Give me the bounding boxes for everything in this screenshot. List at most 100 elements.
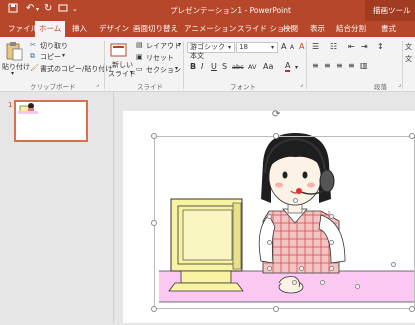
context-tab-group: 描画ツール xyxy=(365,0,415,21)
tab-view[interactable]: 表示 xyxy=(310,23,325,34)
section-icon[interactable]: ▭ xyxy=(136,65,143,73)
layout-dropdown-icon[interactable]: ▾ xyxy=(178,41,181,48)
slide-thumbnail-preview xyxy=(18,103,38,114)
section-dropdown-icon[interactable]: ▾ xyxy=(175,65,178,72)
font-launcher-icon[interactable]: ⌟ xyxy=(300,81,303,88)
undo-dropdown-icon[interactable]: ▾ xyxy=(36,6,39,13)
group-divider xyxy=(183,41,184,89)
char-spacing-button[interactable]: AV xyxy=(248,63,256,71)
align-left-icon[interactable]: ≡ xyxy=(312,61,319,70)
clear-format-button[interactable]: A xyxy=(299,42,304,51)
redo-icon[interactable]: ↻ xyxy=(44,3,52,14)
font-color-dropdown-icon[interactable]: ▾ xyxy=(295,64,298,71)
underline-button[interactable]: U xyxy=(211,62,217,71)
format-painter-button[interactable]: 書式のコピー/貼り付け xyxy=(40,64,112,74)
resize-handle-bottom-left[interactable] xyxy=(151,306,157,312)
align-center-icon[interactable]: ≡ xyxy=(324,61,331,70)
rotate-handle-icon[interactable]: ⟳ xyxy=(272,109,280,120)
paste-icon[interactable] xyxy=(5,41,23,63)
save-icon[interactable] xyxy=(8,3,18,16)
reset-button[interactable]: リセット xyxy=(146,53,174,63)
shadow-button[interactable]: S xyxy=(222,62,227,71)
group-divider xyxy=(402,41,403,89)
object-handle[interactable] xyxy=(267,214,272,219)
new-slide-dropdown-icon[interactable]: ▾ xyxy=(130,69,133,76)
tab-insert[interactable]: 挿入 xyxy=(72,23,87,34)
tab-file[interactable]: ファイル xyxy=(8,23,38,34)
grow-font-button[interactable]: A xyxy=(281,42,286,51)
bold-button[interactable]: B xyxy=(190,62,196,71)
tab-merge-split[interactable]: 結合分割 xyxy=(336,23,366,34)
reset-icon[interactable]: ▣ xyxy=(136,53,143,61)
ribbon: 貼り付け ▾ ✂ 切り取り ⧉ コピー ▾ 🖌 書式のコピー/貼り付け クリップ… xyxy=(0,37,415,92)
group-divider xyxy=(306,41,307,89)
resize-handle-left[interactable] xyxy=(151,220,157,226)
tab-home[interactable]: ホーム xyxy=(35,21,66,37)
change-case-button[interactable]: Aa xyxy=(263,62,273,71)
font-color-button[interactable]: A xyxy=(285,61,291,72)
copy-button[interactable]: コピー xyxy=(40,52,61,62)
clipboard-group-label: クリップボード xyxy=(30,83,76,91)
format-painter-icon[interactable]: 🖌 xyxy=(30,64,39,72)
context-tab-group-label: 描画ツール xyxy=(373,6,411,15)
columns-icon[interactable]: ▥ xyxy=(360,61,368,70)
paste-dropdown-icon[interactable]: ▾ xyxy=(11,70,14,77)
slide-number: 1 xyxy=(8,101,13,109)
copy-dropdown-icon[interactable]: ▾ xyxy=(62,52,65,59)
slides-group-label: スライド xyxy=(137,83,163,91)
align-right-icon[interactable]: ≡ xyxy=(336,61,343,70)
clipboard-launcher-icon[interactable]: ⌟ xyxy=(96,81,99,88)
resize-handle-bottom[interactable] xyxy=(273,306,279,312)
new-slide-icon[interactable] xyxy=(110,42,128,60)
italic-button[interactable]: I xyxy=(201,62,203,71)
object-handle[interactable] xyxy=(267,240,272,245)
object-handle[interactable] xyxy=(293,198,298,203)
object-handle[interactable] xyxy=(292,280,297,285)
ribbon-tabs: ファイル ホーム 挿入 デザイン 画面切り替え アニメーション スライド ショー… xyxy=(0,21,415,37)
resize-handle-top[interactable] xyxy=(273,133,279,139)
cut-icon[interactable]: ✂ xyxy=(30,41,36,49)
layout-button[interactable]: レイアウト xyxy=(146,41,181,51)
text-direction-button[interactable]: 文 xyxy=(405,42,412,52)
object-handle[interactable] xyxy=(355,284,360,289)
strikethrough-button[interactable]: abc xyxy=(232,63,244,71)
paste-button[interactable]: 貼り付け xyxy=(2,62,30,72)
resize-handle-bottom-right[interactable] xyxy=(409,306,415,312)
line-spacing-icon[interactable]: ↕ xyxy=(377,42,384,51)
object-handle[interactable] xyxy=(267,266,272,271)
tab-design[interactable]: デザイン xyxy=(99,23,129,34)
layout-icon[interactable]: ▤ xyxy=(136,41,143,49)
pane-divider xyxy=(113,92,114,323)
presentation-icon[interactable] xyxy=(58,3,68,16)
cut-button[interactable]: 切り取り xyxy=(40,41,68,51)
justify-icon[interactable]: ≡ xyxy=(348,61,355,70)
font-name-dropdown-icon[interactable]: ▾ xyxy=(228,44,231,51)
object-handle[interactable] xyxy=(329,240,334,245)
shrink-font-button[interactable]: A xyxy=(290,44,294,51)
resize-handle-top-left[interactable] xyxy=(151,133,157,139)
font-group-label: フォント xyxy=(230,83,256,91)
tab-transitions[interactable]: 画面切り替え xyxy=(133,23,178,34)
font-size-dropdown-icon[interactable]: ▾ xyxy=(271,44,274,51)
paragraph-group-label: 段落 xyxy=(374,83,387,91)
tab-animations[interactable]: アニメーション xyxy=(184,23,236,34)
window-title: プレゼンテーション1 - PowerPoint xyxy=(170,6,291,15)
numbering-icon[interactable]: ☷ xyxy=(330,42,337,51)
align-text-button[interactable]: 文 xyxy=(405,54,412,64)
resize-handle-top-right[interactable] xyxy=(409,133,415,139)
bullets-icon[interactable]: ☰ xyxy=(312,42,319,51)
object-handle[interactable] xyxy=(329,266,334,271)
object-handle[interactable] xyxy=(391,262,396,267)
customize-qat-icon[interactable]: ⌄ xyxy=(72,5,78,13)
copy-icon[interactable]: ⧉ xyxy=(30,52,35,61)
indent-icon[interactable]: ⇤ xyxy=(348,42,355,51)
object-handle[interactable] xyxy=(320,280,325,285)
slide-thumbnail[interactable] xyxy=(14,100,88,142)
paragraph-launcher-icon[interactable]: ⌟ xyxy=(398,81,401,88)
tab-review[interactable]: 校閲 xyxy=(283,23,298,34)
outdent-icon[interactable]: ⇥ xyxy=(361,42,368,51)
tab-format[interactable]: 書式 xyxy=(381,23,396,34)
object-handle[interactable] xyxy=(329,214,334,219)
object-handle[interactable] xyxy=(299,266,304,271)
undo-icon[interactable]: ↶ xyxy=(26,3,34,14)
